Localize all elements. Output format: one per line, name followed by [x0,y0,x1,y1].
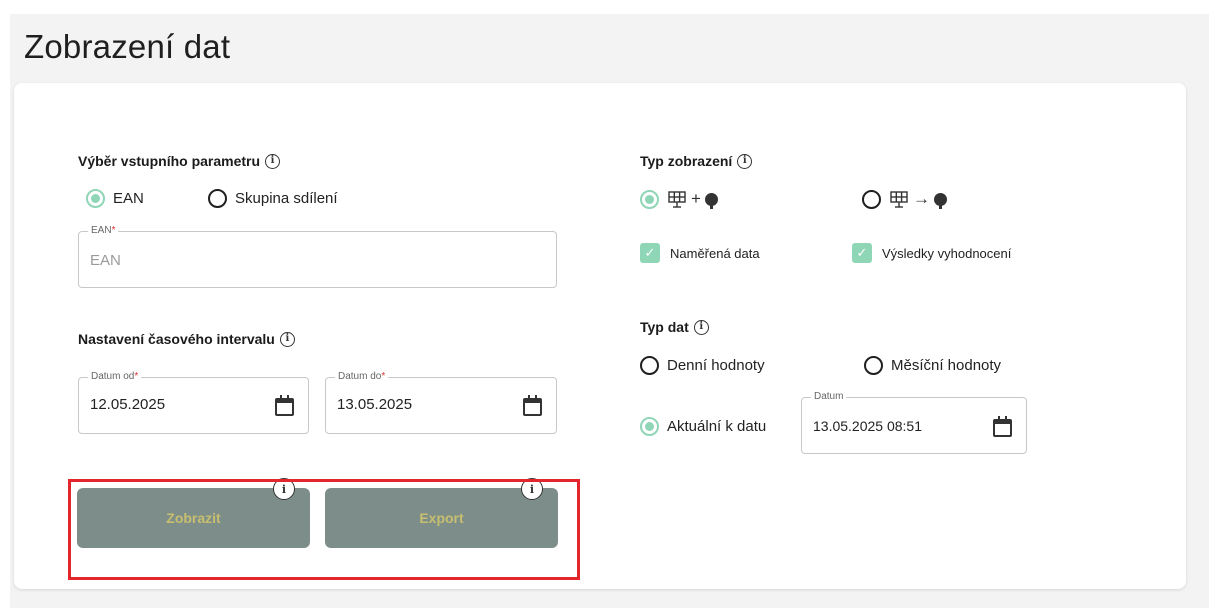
radio-checked-icon[interactable] [640,417,659,436]
checkbox-checked-icon[interactable]: ✓ [852,243,872,263]
info-icon[interactable]: i [693,319,709,335]
datetime-field-value: 13.05.2025 08:51 [813,418,922,434]
radio-display-combined[interactable]: + [640,189,718,209]
checkbox-measured-data[interactable]: ✓ Naměřená data [640,243,760,263]
highlight-box [68,479,580,580]
display-type-label-text: Typ zobrazení [640,153,733,169]
radio-unchecked-icon[interactable] [640,356,659,375]
calendar-icon[interactable] [993,416,1012,437]
radio-checked-icon[interactable] [640,189,659,209]
date-from-field[interactable]: Datum od* 12.05.2025 [78,371,309,434]
info-icon[interactable]: i [737,153,753,169]
radio-ean-label: EAN [113,190,144,207]
display-type-label: Typ zobrazení i [640,153,753,169]
input-param-label: Výběr vstupního parametru i [78,153,281,169]
ean-field[interactable]: EAN* EAN [78,225,557,288]
radio-monthly-values[interactable]: Měsíční hodnoty [864,356,1001,375]
date-from-legend: Datum od* [88,371,142,382]
plus-icon: + [691,189,701,208]
radio-unchecked-icon[interactable] [864,356,883,375]
ean-field-legend: EAN* [88,225,119,236]
checkbox-measured-data-label: Naměřená data [670,245,760,261]
checkbox-evaluation-results[interactable]: ✓ Výsledky vyhodnocení [852,243,1011,263]
radio-current-to-date[interactable]: Aktuální k datu [640,417,766,436]
datetime-field-legend: Datum [811,391,847,402]
radio-sharing-group-label: Skupina sdílení [235,190,338,207]
checkbox-checked-icon[interactable]: ✓ [640,243,660,263]
radio-display-flow[interactable]: → [862,189,947,209]
radio-monthly-values-label: Měsíční hodnoty [891,357,1002,374]
radio-daily-values[interactable]: Denní hodnoty [640,356,765,375]
calendar-icon[interactable] [523,395,542,416]
data-type-label: Typ dat i [640,319,709,335]
data-type-label-text: Typ dat [640,319,689,335]
time-interval-label-text: Nastavení časového intervalu [78,331,275,347]
info-icon[interactable]: i [279,331,295,347]
checkbox-evaluation-results-label: Výsledky vyhodnocení [882,245,1012,261]
date-to-legend: Datum do* [335,371,389,382]
radio-checked-icon[interactable] [86,189,105,208]
date-to-value: 13.05.2025 [337,396,413,413]
info-icon[interactable]: i [265,153,281,169]
calendar-icon[interactable] [275,395,294,416]
ean-field-placeholder: EAN [90,252,121,269]
time-interval-label: Nastavení časového intervalu i [78,331,295,347]
input-param-label-text: Výběr vstupního parametru [78,153,261,169]
radio-sharing-group[interactable]: Skupina sdílení [208,189,338,208]
solar-plus-bulb-icon: + [667,189,718,209]
radio-ean[interactable]: EAN [86,189,144,208]
arrow-right-icon: → [913,189,930,208]
solar-panel-icon [668,191,686,208]
radio-daily-values-label: Denní hodnoty [667,357,765,374]
datetime-field[interactable]: Datum 13.05.2025 08:51 [801,391,1027,454]
page-title: Zobrazení dat [24,28,231,65]
bulb-icon [934,192,947,209]
radio-current-to-date-label: Aktuální k datu [667,418,767,435]
bulb-icon [704,192,718,209]
radio-unchecked-icon[interactable] [862,189,881,209]
solar-panel-icon [890,191,908,208]
date-from-value: 12.05.2025 [90,396,166,413]
radio-unchecked-icon[interactable] [208,189,227,208]
date-to-field[interactable]: Datum do* 13.05.2025 [325,371,557,434]
solar-arrow-bulb-icon: → [889,189,947,209]
